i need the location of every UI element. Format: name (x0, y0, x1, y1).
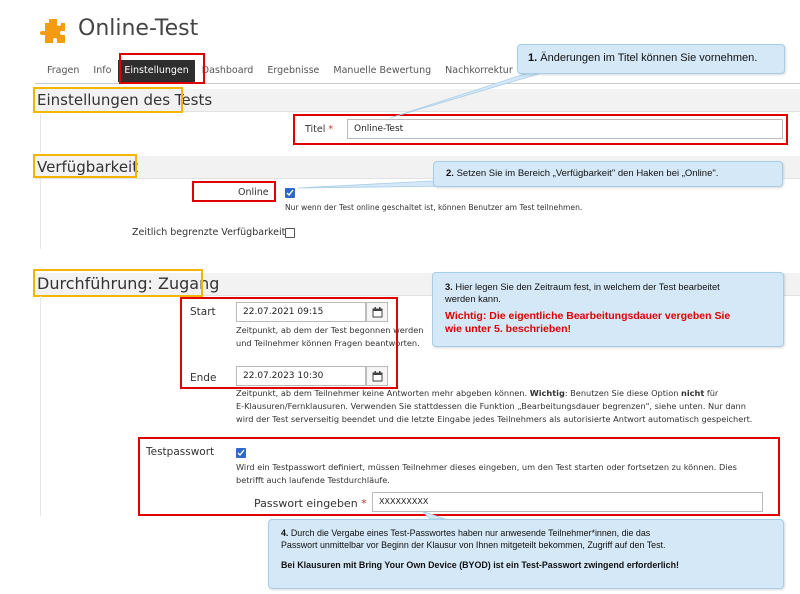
highlight-date-range (180, 297, 398, 389)
tab-manuelle-bewertung[interactable]: Manuelle Bewertung (326, 60, 438, 82)
check-icon (286, 189, 294, 197)
limited-availability-label: Zeitlich begrenzte Verfügbarkeit (132, 227, 286, 238)
end-help-text: Zeitpunkt, ab dem Teilnehmer keine Antwo… (236, 388, 753, 424)
online-help-text: Nur wenn der Test online geschaltet ist,… (285, 203, 583, 212)
highlight-title-field (293, 114, 788, 145)
callout-4: 4. Durch die Vergabe eines Test-Passwort… (268, 519, 784, 589)
highlight-availability-header (33, 154, 137, 178)
tab-fragen[interactable]: Fragen (40, 60, 86, 82)
availability-panel (40, 179, 800, 249)
tab-info[interactable]: Info (86, 60, 118, 82)
limited-availability-checkbox[interactable] (285, 228, 295, 238)
highlight-access-header (33, 269, 203, 297)
puzzle-logo-icon (40, 19, 65, 43)
online-checkbox[interactable] (285, 188, 295, 198)
tab-bar: Fragen Info Einstellungen Dashboard Erge… (40, 60, 520, 82)
highlight-tab-einstellungen (119, 53, 205, 84)
highlight-online-label (192, 181, 276, 202)
highlight-test-password (138, 437, 780, 516)
callout-1: 1. Änderungen im Titel können Sie vorneh… (517, 44, 785, 74)
tab-nachkorrektur[interactable]: Nachkorrektur (438, 60, 520, 82)
callout-3: 3. Hier legen Sie den Zeitraum fest, in … (432, 272, 784, 347)
highlight-settings-header (33, 87, 183, 113)
page-title: Online-Test (78, 16, 199, 41)
callout-2: 2. Setzen Sie im Bereich „Verfügbarkeit"… (433, 161, 783, 187)
tab-ergebnisse[interactable]: Ergebnisse (260, 60, 326, 82)
